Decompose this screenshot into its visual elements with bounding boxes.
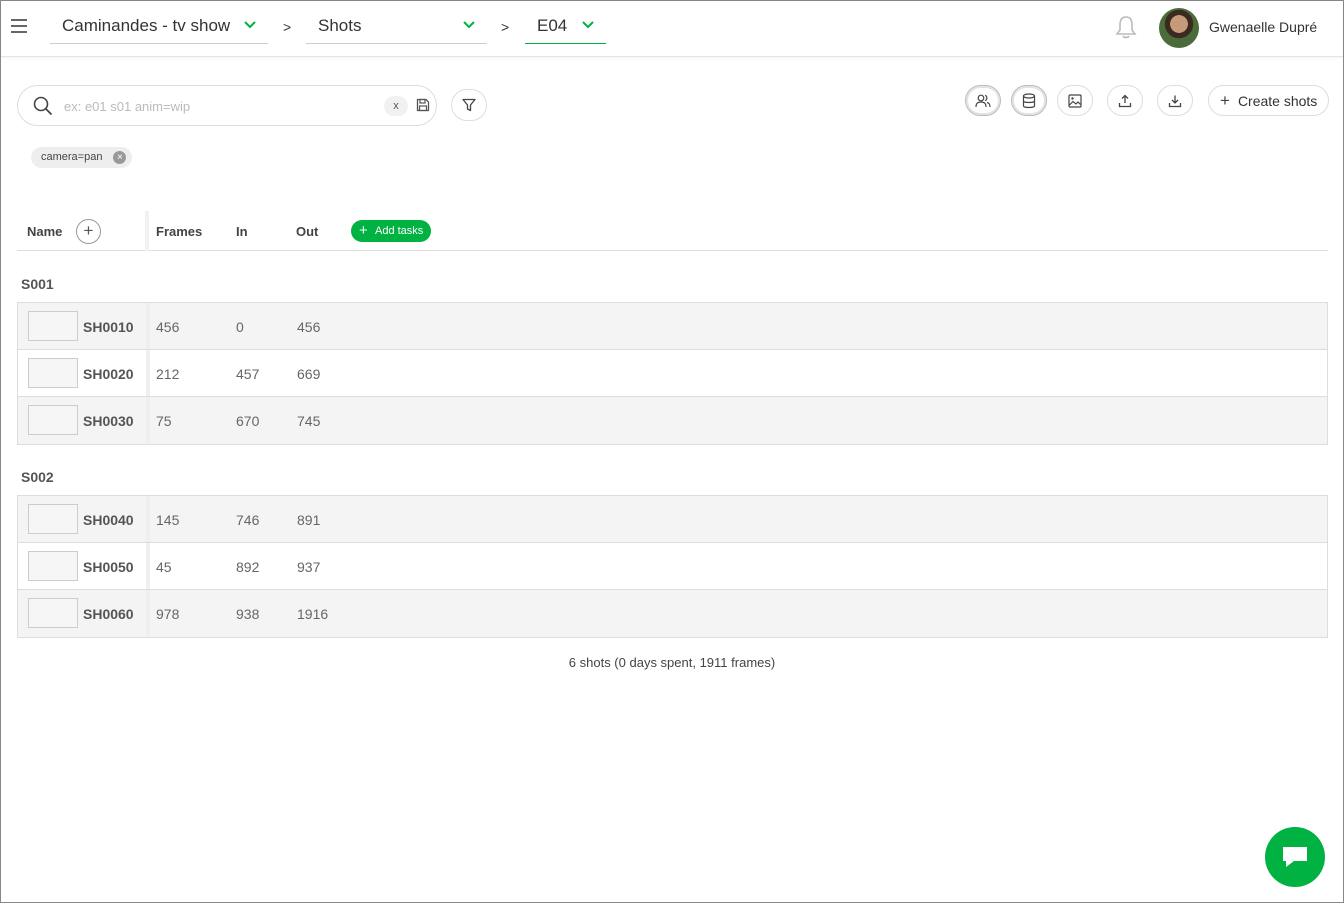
in-cell[interactable]: 938 [236, 606, 259, 622]
add-tasks-label: Add tasks [375, 225, 424, 237]
shot-name[interactable]: SH0060 [83, 606, 134, 622]
sequence-title: S001 [21, 276, 54, 292]
out-cell[interactable]: 745 [297, 413, 320, 429]
add-column-button[interactable]: + [76, 219, 101, 244]
frames-cell[interactable]: 978 [156, 606, 179, 622]
chevron-down-icon [463, 21, 475, 29]
filter-chip-label: camera=pan [41, 151, 103, 163]
create-shots-button[interactable]: + Create shots [1208, 85, 1329, 116]
out-cell[interactable]: 669 [297, 366, 320, 382]
search-icon [33, 96, 53, 116]
user-name[interactable]: Gwenaelle Dupré [1209, 19, 1317, 35]
shot-thumbnail[interactable] [28, 551, 78, 581]
column-divider [145, 211, 149, 251]
sequence-group: SH0010 456 0 456 SH0020 212 457 669 SH00… [17, 302, 1328, 445]
filter-button[interactable] [451, 89, 487, 121]
shot-thumbnail[interactable] [28, 598, 78, 628]
table-row[interactable]: SH0030 75 670 745 [18, 397, 1327, 444]
shot-name[interactable]: SH0040 [83, 512, 134, 528]
sequence-title: S002 [21, 469, 54, 485]
avatar[interactable] [1159, 8, 1199, 48]
chevron-down-icon [244, 21, 256, 29]
shot-name[interactable]: SH0050 [83, 559, 134, 575]
people-icon [975, 94, 991, 107]
production-selector[interactable]: Caminandes - tv show [50, 9, 268, 44]
column-in-header[interactable]: In [236, 224, 248, 239]
table-row[interactable]: SH0040 145 746 891 [18, 496, 1327, 543]
shot-thumbnail[interactable] [28, 311, 78, 341]
top-bar: Caminandes - tv show > Shots > E04 Gwena… [1, 1, 1343, 57]
in-cell[interactable]: 457 [236, 366, 259, 382]
menu-icon[interactable] [11, 19, 27, 35]
chevron-down-icon [582, 21, 594, 29]
column-divider [146, 303, 150, 349]
frames-cell[interactable]: 212 [156, 366, 179, 382]
breadcrumb-separator: > [501, 19, 510, 35]
frames-cell[interactable]: 45 [156, 559, 172, 575]
chat-bubble-icon [1283, 847, 1307, 867]
shot-thumbnail[interactable] [28, 405, 78, 435]
search-bar: x [17, 85, 437, 126]
add-tasks-button[interactable]: + Add tasks [351, 220, 431, 242]
out-cell[interactable]: 456 [297, 319, 320, 335]
episode-selector[interactable]: E04 [525, 9, 606, 44]
shot-name[interactable]: SH0020 [83, 366, 134, 382]
shot-thumbnail[interactable] [28, 358, 78, 388]
episode-label: E04 [537, 16, 568, 35]
shot-thumbnail[interactable] [28, 504, 78, 534]
search-input[interactable] [64, 94, 364, 118]
image-icon [1068, 93, 1082, 108]
table-row[interactable]: SH0050 45 892 937 [18, 543, 1327, 590]
column-divider [146, 590, 150, 636]
export-button[interactable] [1157, 85, 1193, 116]
database-icon [1022, 92, 1036, 108]
upload-icon [1118, 94, 1132, 107]
clear-search-button[interactable]: x [384, 96, 408, 116]
out-cell[interactable]: 937 [297, 559, 320, 575]
save-search-icon[interactable] [416, 98, 430, 112]
column-out-header[interactable]: Out [296, 224, 318, 239]
out-cell[interactable]: 1916 [297, 606, 328, 622]
remove-filter-icon[interactable]: × [113, 151, 127, 164]
shot-name[interactable]: SH0030 [83, 413, 134, 429]
frames-cell[interactable]: 456 [156, 319, 179, 335]
breadcrumb-separator: > [283, 19, 292, 35]
table-row[interactable]: SH0010 456 0 456 [18, 303, 1327, 350]
shot-name[interactable]: SH0010 [83, 319, 134, 335]
in-cell[interactable]: 670 [236, 413, 259, 429]
create-shots-label: Create shots [1237, 92, 1318, 109]
table-row[interactable]: SH0020 212 457 669 [18, 350, 1327, 397]
sequence-group: SH0040 145 746 891 SH0050 45 892 937 SH0… [17, 495, 1328, 638]
assignments-toggle-button[interactable] [965, 85, 1001, 116]
import-button[interactable] [1107, 85, 1143, 116]
production-label: Caminandes - tv show [62, 16, 231, 35]
table-header: Name + Frames In Out + Add tasks [17, 211, 1328, 251]
filter-icon [462, 98, 476, 112]
in-cell[interactable]: 746 [236, 512, 259, 528]
section-selector[interactable]: Shots [306, 9, 487, 44]
column-divider [146, 397, 150, 443]
column-frames-header[interactable]: Frames [156, 224, 202, 239]
frames-cell[interactable]: 75 [156, 413, 172, 429]
section-label: Shots [318, 16, 362, 35]
in-cell[interactable]: 892 [236, 559, 259, 575]
chat-button[interactable] [1265, 827, 1325, 887]
column-name-header[interactable]: Name [27, 224, 62, 239]
plus-icon: + [359, 222, 368, 239]
column-divider [146, 543, 150, 589]
extra-data-toggle-button[interactable] [1011, 85, 1047, 116]
filter-chip: camera=pan × [31, 147, 133, 168]
in-cell[interactable]: 0 [236, 319, 244, 335]
download-icon [1168, 95, 1182, 107]
column-divider [146, 496, 150, 542]
table-row[interactable]: SH0060 978 938 1916 [18, 590, 1327, 637]
thumbnails-button[interactable] [1057, 85, 1093, 116]
frames-cell[interactable]: 145 [156, 512, 179, 528]
shot-stats: 6 shots (0 days spent, 1911 frames) [568, 655, 776, 670]
notification-bell-icon[interactable] [1115, 15, 1137, 39]
out-cell[interactable]: 891 [297, 512, 320, 528]
column-divider [146, 350, 150, 396]
plus-icon: + [1220, 90, 1230, 110]
